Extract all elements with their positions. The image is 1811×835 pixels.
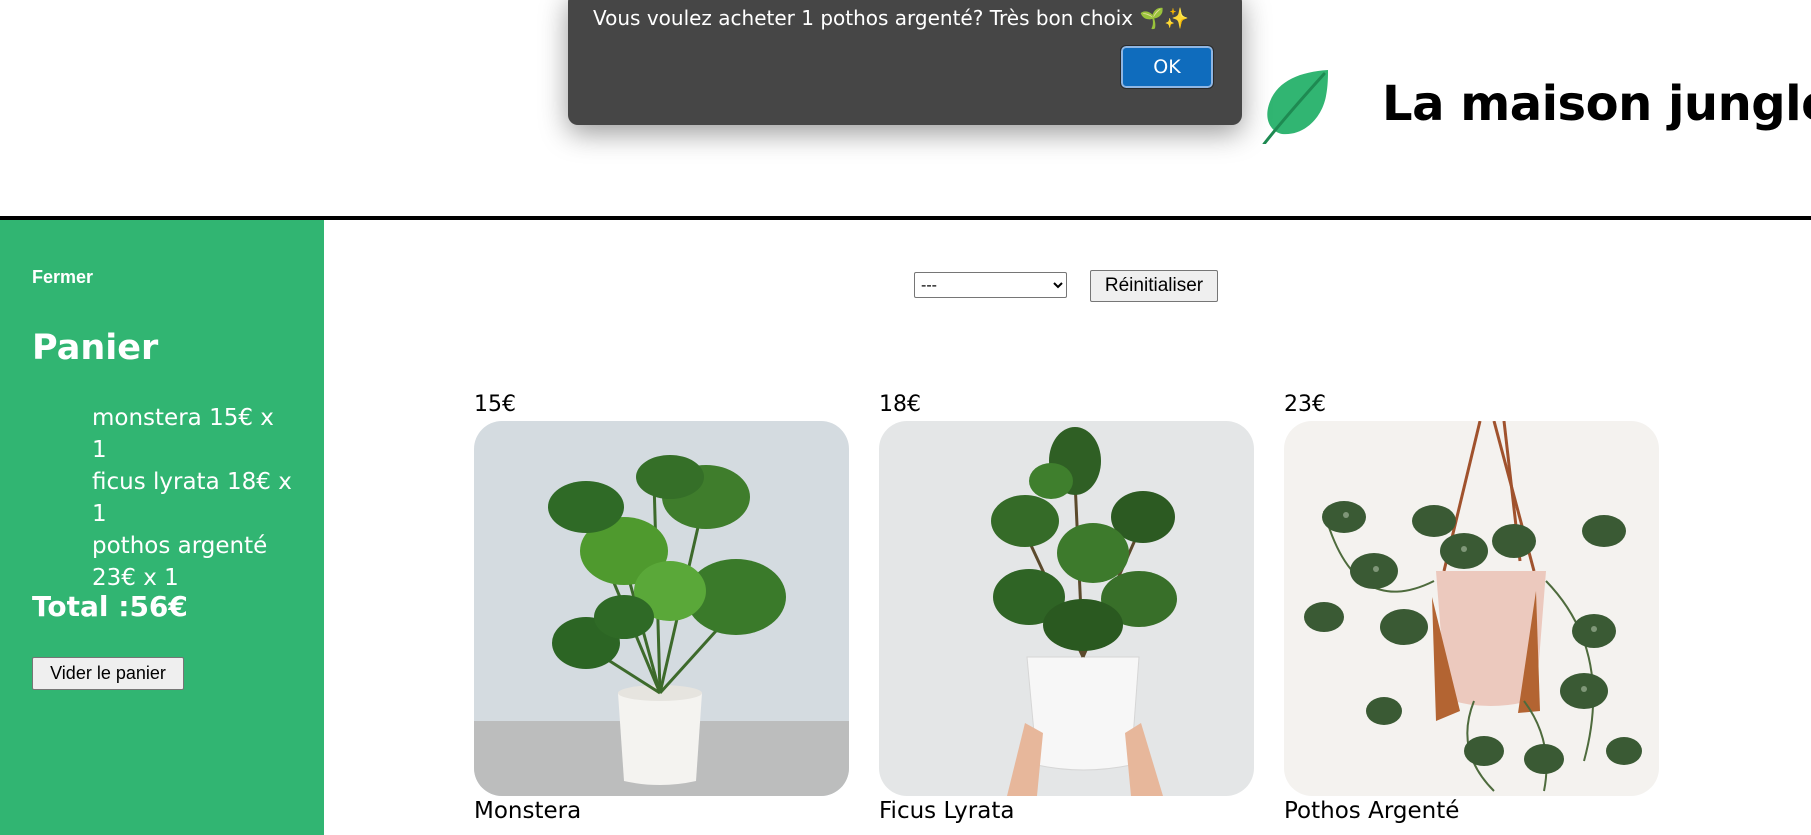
plant-price: 15€ — [474, 392, 516, 417]
leaf-icon — [1258, 66, 1336, 146]
cart-title: Panier — [32, 328, 159, 368]
close-cart-button[interactable]: Fermer — [32, 267, 93, 288]
plant-card-monstera[interactable]: 15€ Monstera — [474, 392, 850, 835]
plant-price: 23€ — [1284, 392, 1326, 417]
plant-card-pothos-argente[interactable]: 23€ Pothos Argenté — [1284, 392, 1660, 835]
plant-image-pothos-argente[interactable] — [1284, 421, 1659, 796]
plant-name: Pothos Argenté — [1284, 798, 1460, 824]
cart-total: Total :56€ — [32, 590, 188, 623]
alert-message: Vous voulez acheter 1 pothos argenté? Tr… — [593, 6, 1190, 30]
cart-item-list: monstera 15€ x 1 ficus lyrata 18€ x 1 po… — [92, 402, 292, 594]
plant-card-ficus-lyrata[interactable]: 18€ Ficus Lyrata — [879, 392, 1255, 835]
reset-button[interactable]: Réinitialiser — [1090, 270, 1218, 302]
plant-name: Monstera — [474, 798, 582, 824]
plant-name: Ficus Lyrata — [879, 798, 1015, 824]
alert-ok-button[interactable]: OK — [1120, 45, 1214, 89]
cart-sidebar: Fermer Panier monstera 15€ x 1 ficus lyr… — [0, 220, 324, 835]
category-select[interactable]: --- — [914, 272, 1067, 298]
plant-price: 18€ — [879, 392, 921, 417]
cart-item: ficus lyrata 18€ x 1 — [92, 469, 292, 527]
plant-image-monstera[interactable] — [474, 421, 849, 796]
plant-image-ficus-lyrata[interactable] — [879, 421, 1254, 796]
cart-item: monstera 15€ x 1 — [92, 405, 274, 463]
site-title: La maison jungle — [1382, 76, 1811, 132]
alert-dialog: Vous voulez acheter 1 pothos argenté? Tr… — [568, 0, 1242, 125]
cart-item: pothos argenté 23€ x 1 — [92, 533, 268, 591]
empty-cart-button[interactable]: Vider le panier — [32, 657, 184, 690]
